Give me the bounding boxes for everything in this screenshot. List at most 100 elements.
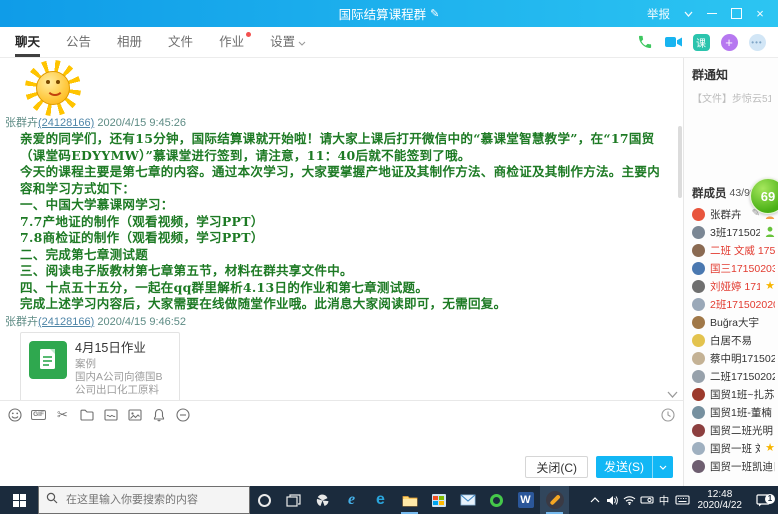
action-center-button[interactable]: 1 <box>748 494 778 507</box>
member-name: 二班 文威 17502020 <box>710 243 775 258</box>
edit-title-pencil-icon[interactable]: ✎ <box>430 7 439 20</box>
message-line: 三、阅读电子版教材第七章第五节，材料在群共享文件中。 <box>20 263 669 280</box>
member-row[interactable]: 国贸一班 刘发★ <box>684 439 778 457</box>
taskbar-search[interactable] <box>38 486 250 514</box>
unread-dot <box>246 32 251 37</box>
block-message-icon[interactable] <box>175 408 190 423</box>
tab-album[interactable]: 相册 <box>104 27 155 57</box>
member-avatar <box>692 442 705 455</box>
member-avatar <box>692 370 705 383</box>
sender-uid[interactable]: (24128166) <box>38 117 94 129</box>
member-row[interactable]: 3班171502031 <box>684 223 778 241</box>
mail-icon[interactable] <box>453 486 482 514</box>
member-row[interactable]: 国贸二班光明 <box>684 421 778 439</box>
member-row[interactable]: 刘娅婷 1715020★ <box>684 277 778 295</box>
word-icon[interactable]: W <box>511 486 540 514</box>
send-button[interactable]: 发送(S) <box>596 456 673 478</box>
member-avatar <box>692 226 705 239</box>
member-row[interactable]: 二班 文威 17502020 <box>684 241 778 259</box>
message-area[interactable]: 张群卉(24128166) 2020/4/15 9:45:26 亲爱的同学们，还… <box>0 58 683 400</box>
screenshot-icon[interactable]: ✂ <box>55 408 70 423</box>
send-button-label[interactable]: 发送(S) <box>596 456 653 478</box>
projector-icon[interactable] <box>638 486 656 514</box>
minimize-button[interactable] <box>706 6 718 22</box>
antivirus-360-icon[interactable] <box>482 486 511 514</box>
member-row[interactable]: 蔡中明1715020207 <box>684 349 778 367</box>
tray-expand-icon[interactable] <box>587 486 604 514</box>
tab-homework[interactable]: 作业 <box>206 27 257 57</box>
emoticon-icon[interactable] <box>7 408 22 423</box>
sender-uid[interactable]: (24128166) <box>38 316 94 328</box>
sender-name[interactable]: 张群卉 <box>5 117 38 129</box>
voice-call-icon[interactable] <box>636 33 654 51</box>
image-icon[interactable] <box>127 408 142 423</box>
tab-settings[interactable]: 设置 <box>257 27 319 57</box>
homework-desc: 国内A公司向德国B公司出口化工原料 <box>75 371 171 397</box>
tab-chat[interactable]: 聊天 <box>2 27 53 57</box>
send-file-icon[interactable] <box>79 408 94 423</box>
window-shake-icon[interactable] <box>103 408 118 423</box>
member-avatar <box>692 316 705 329</box>
cortana-icon[interactable] <box>250 486 279 514</box>
ie-icon[interactable]: e <box>337 486 366 514</box>
taskbar-clock[interactable]: 12:48 2020/4/22 <box>692 489 749 511</box>
qq-pen-icon[interactable] <box>540 486 569 514</box>
close-button[interactable]: × <box>754 6 766 22</box>
start-button[interactable] <box>0 486 38 514</box>
message-text: 亲爱的同学们，还有15分钟，国际结算课就开始啦！请大家上课后打开微信中的“慕课堂… <box>20 131 669 313</box>
chevron-down-icon <box>298 35 306 49</box>
member-avatar <box>692 244 705 257</box>
member-row[interactable]: 白居不易 <box>684 331 778 349</box>
report-button[interactable]: 举报 <box>647 6 670 22</box>
store-icon[interactable] <box>424 486 453 514</box>
sender-name[interactable]: 张群卉 <box>5 316 38 328</box>
member-row[interactable]: 国贸一班凯迪日耶 <box>684 457 778 475</box>
search-input[interactable] <box>64 493 228 507</box>
more-icon[interactable]: ••• <box>748 33 766 51</box>
member-row[interactable]: 2班1715020209林 <box>684 295 778 313</box>
member-avatar <box>692 388 705 401</box>
message-input[interactable] <box>0 427 683 456</box>
chevron-down-icon[interactable] <box>682 6 694 22</box>
scroll-to-bottom-icon[interactable] <box>667 385 678 403</box>
chat-scrollbar[interactable] <box>678 126 682 198</box>
task-view-icon[interactable] <box>279 486 308 514</box>
tab-announcement[interactable]: 公告 <box>53 27 104 57</box>
file-explorer-icon[interactable] <box>395 486 424 514</box>
tabs: 聊天公告相册文件作业设置 <box>2 27 319 57</box>
member-name: 国贸一班 刘发 <box>710 441 760 456</box>
tab-files[interactable]: 文件 <box>155 27 206 57</box>
group-notice-item[interactable]: 【文件】步惊云518聘境.. <box>692 90 771 105</box>
member-row[interactable]: 国三1715020302徐 <box>684 259 778 277</box>
homework-card[interactable]: 4月15日作业 案例 国内A公司向德国B公司出口化工原料 班级作业 查看 <box>20 332 180 401</box>
member-row[interactable]: 国贸1班-董楠 <box>684 403 778 421</box>
member-row[interactable]: 二班1715020205张 <box>684 367 778 385</box>
remind-icon[interactable] <box>151 408 166 423</box>
member-list: 张群卉✎3班171502031二班 文威 17502020国三171502030… <box>684 204 778 486</box>
course-icon[interactable]: 课 <box>692 33 710 51</box>
homework-document-icon <box>29 341 67 379</box>
message-sender-line: 张群卉(24128166) 2020/4/15 9:46:52 <box>5 315 669 329</box>
gif-icon[interactable]: GIF <box>31 408 46 423</box>
member-row[interactable]: Buğra大宇 <box>684 313 778 331</box>
member-row[interactable]: 国贸1班~扎苏尔 <box>684 385 778 403</box>
member-name: 蔡中明1715020207 <box>710 351 775 366</box>
add-icon[interactable]: + <box>720 33 738 51</box>
volume-icon[interactable] <box>604 486 621 514</box>
message-time: 2020/4/15 9:45:26 <box>97 117 186 129</box>
network-icon[interactable] <box>621 486 638 514</box>
close-chat-button[interactable]: 关闭(C) <box>525 456 588 478</box>
send-options-caret-icon[interactable] <box>653 465 673 470</box>
restore-button[interactable] <box>730 6 742 22</box>
member-name: 2班1715020209林 <box>710 297 775 312</box>
pinwheel-browser-icon[interactable] <box>308 486 337 514</box>
star-icon: ★ <box>765 281 775 292</box>
member-avatar <box>692 352 705 365</box>
message-history-icon[interactable] <box>661 408 675 422</box>
floating-countdown-badge[interactable]: 69 <box>750 178 778 214</box>
edge-icon[interactable]: e <box>366 486 395 514</box>
homework-card-texts: 4月15日作业 案例 国内A公司向德国B公司出口化工原料 <box>75 341 171 397</box>
ime-indicator[interactable]: 中 <box>656 486 673 514</box>
touch-keyboard-icon[interactable] <box>673 486 692 514</box>
video-call-icon[interactable] <box>664 33 682 51</box>
